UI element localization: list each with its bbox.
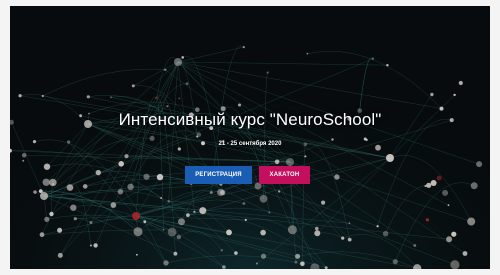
- hero-content: Интенсивный курс "NeuroSchool" 21 - 25 с…: [10, 6, 490, 269]
- hero-banner: Интенсивный курс "NeuroSchool" 21 - 25 с…: [10, 6, 490, 269]
- event-date: 21 - 25 сентября 2020: [218, 141, 282, 147]
- hackathon-button[interactable]: ХАКАТОН: [259, 166, 310, 184]
- register-button[interactable]: РЕГИСТРАЦИЯ: [185, 166, 252, 184]
- page-title: Интенсивный курс "NeuroSchool": [118, 110, 382, 129]
